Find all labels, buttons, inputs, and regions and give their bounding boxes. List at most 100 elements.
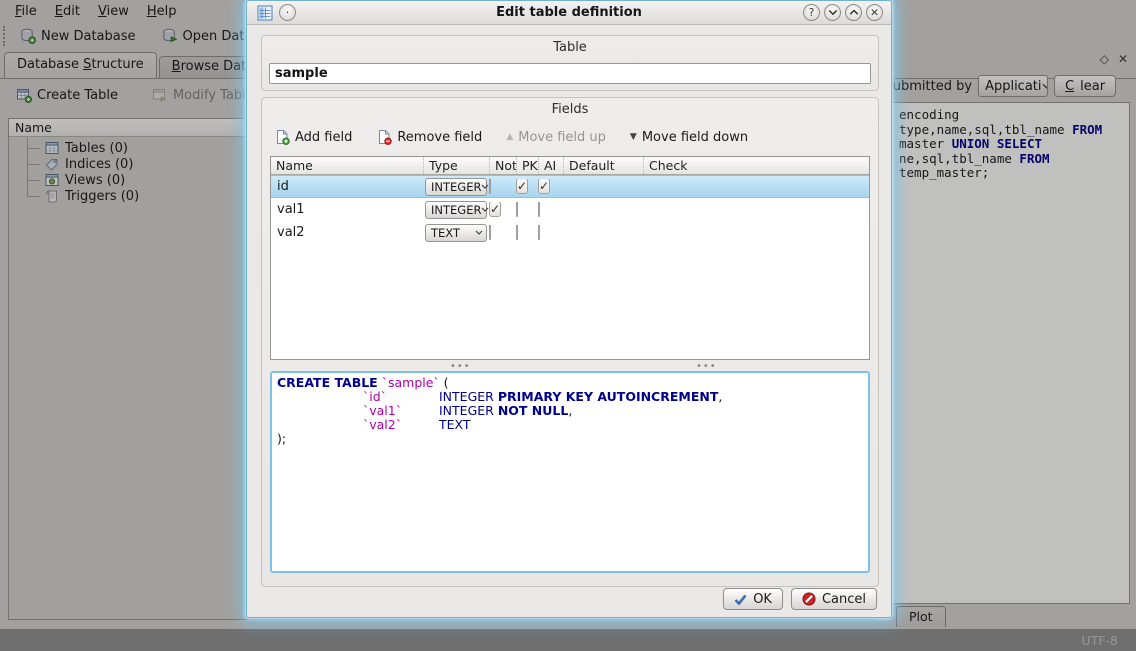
cancel-button[interactable]: Cancel — [791, 588, 877, 610]
field-row-val1[interactable]: val1 INTEGER — [271, 198, 869, 221]
field-name[interactable]: val1 — [271, 202, 423, 217]
type-value: TEXT — [431, 226, 460, 240]
tree-item-label: Views (0) — [65, 173, 125, 188]
column-header-not-null[interactable]: Not — [489, 157, 516, 174]
move-field-up-button[interactable]: ▲ Move field up — [502, 129, 610, 146]
log-source-value: Applicati — [985, 79, 1041, 94]
fields-table-header[interactable]: Name Type Not PK AI Default Check — [271, 157, 869, 175]
add-field-icon — [274, 129, 290, 145]
type-value: INTEGER — [431, 180, 481, 194]
shade-button[interactable] — [824, 4, 841, 21]
type-select[interactable]: INTEGER — [425, 201, 487, 219]
splitter-dots: ••• — [450, 364, 471, 370]
ai-cell — [538, 202, 563, 217]
field-type-cell: INTEGER — [423, 178, 489, 196]
pk-checkbox[interactable] — [516, 179, 528, 194]
pk-cell — [516, 179, 538, 194]
chevron-down-icon — [1042, 83, 1049, 89]
encoding-status: UTF-8 — [1082, 633, 1118, 648]
menu-edit[interactable]: Edit — [46, 2, 89, 21]
ai-cell — [538, 179, 563, 194]
pk-cell — [516, 225, 538, 240]
status-bar: UTF-8 — [0, 629, 1136, 651]
field-type-cell: TEXT — [423, 224, 489, 242]
structure-toolbar: Create Table Modify Table — [10, 80, 260, 110]
create-table-button[interactable]: Create Table — [10, 85, 124, 105]
not-null-checkbox[interactable] — [489, 202, 501, 217]
ai-checkbox[interactable] — [538, 179, 550, 194]
add-field-button[interactable]: Add field — [270, 128, 356, 146]
column-header-ai[interactable]: AI — [538, 157, 563, 174]
help-button[interactable]: ? — [803, 4, 820, 21]
type-select[interactable]: INTEGER — [425, 178, 487, 196]
type-value: INTEGER — [431, 203, 481, 217]
tree-item-label: Indices (0) — [65, 157, 133, 172]
add-field-label: Add field — [295, 130, 352, 145]
chevron-down-icon — [481, 184, 489, 189]
ok-label: OK — [753, 592, 772, 607]
dialog-title: Edit table definition — [247, 5, 891, 20]
tree-item-label: Tables (0) — [65, 141, 128, 156]
log-source-select[interactable]: Applicati — [978, 75, 1048, 97]
chevron-down-icon — [481, 207, 489, 212]
table-name-input[interactable] — [269, 63, 871, 84]
pk-cell — [516, 202, 538, 217]
menu-help[interactable]: Help — [138, 2, 186, 21]
remove-field-button[interactable]: Remove field — [372, 128, 486, 146]
tab-plot[interactable]: Plot — [896, 606, 946, 627]
close-icon[interactable]: ✕ — [866, 4, 883, 21]
sql-log-text[interactable]: encodingtype,name,sql,tbl_name FROMmaste… — [880, 102, 1130, 604]
create-table-label: Create Table — [37, 88, 118, 103]
indices-icon — [45, 157, 59, 171]
pk-checkbox[interactable] — [516, 225, 518, 240]
field-name[interactable]: id — [271, 179, 423, 194]
dock-close-icon[interactable]: ✕ — [1118, 52, 1128, 66]
field-name[interactable]: val2 — [271, 225, 423, 240]
move-field-down-button[interactable]: ▼ Move field down — [626, 129, 752, 146]
column-header-default[interactable]: Default — [563, 157, 643, 174]
column-header-check[interactable]: Check — [643, 157, 869, 174]
move-field-down-label: Move field down — [642, 130, 748, 145]
fields-groupbox: Fields Add field Remove field ▲ Move fie… — [261, 97, 879, 587]
new-database-icon — [20, 28, 36, 44]
clear-log-button[interactable]: Clear — [1054, 75, 1116, 97]
pk-checkbox[interactable] — [516, 202, 518, 217]
cancel-icon — [802, 592, 816, 606]
tables-icon — [45, 141, 59, 155]
create-table-sql-preview[interactable]: CREATE TABLE `sample` (`id`INTEGER PRIMA… — [270, 371, 870, 573]
views-icon — [45, 173, 59, 187]
triggers-icon — [45, 189, 59, 203]
submitted-by-label: submitted by — [886, 79, 972, 94]
new-database-button[interactable]: New Database — [14, 26, 142, 46]
unshade-button[interactable] — [845, 4, 862, 21]
table-group-label: Table — [262, 36, 878, 55]
menu-file[interactable]: File — [6, 2, 46, 21]
fields-table: Name Type Not PK AI Default Check id INT… — [270, 156, 870, 360]
move-down-icon: ▼ — [630, 133, 637, 142]
field-type-cell: INTEGER — [423, 201, 489, 219]
not-null-checkbox[interactable] — [489, 225, 491, 240]
edit-table-definition-dialog: · Edit table definition ? ✕ Table Fields… — [246, 0, 892, 618]
column-header-type[interactable]: Type — [423, 157, 489, 174]
tab-database-structure[interactable]: Database Structure — [4, 52, 157, 79]
dock-float-icon[interactable]: ◇ — [1100, 52, 1109, 66]
ai-cell — [538, 225, 563, 240]
sql-log-panel: ◇ ✕ submitted by Applicati Clear encodin… — [880, 50, 1136, 629]
splitter-handle[interactable]: ••• ••• — [270, 362, 870, 371]
remove-field-label: Remove field — [397, 130, 482, 145]
type-select[interactable]: TEXT — [425, 224, 487, 242]
modify-table-button[interactable]: Modify Table — [146, 85, 260, 105]
menu-view[interactable]: View — [89, 2, 138, 21]
column-header-name[interactable]: Name — [271, 157, 423, 174]
field-row-id[interactable]: id INTEGER — [271, 175, 869, 198]
tab-bar: Database Structure Browse Data — [4, 52, 267, 79]
not-null-checkbox[interactable] — [489, 179, 491, 194]
ok-button[interactable]: OK — [723, 588, 783, 610]
ai-checkbox[interactable] — [538, 225, 540, 240]
not-null-cell — [489, 202, 516, 217]
dialog-titlebar[interactable]: · Edit table definition ? ✕ — [247, 1, 891, 25]
field-row-val2[interactable]: val2 TEXT — [271, 221, 869, 244]
column-header-pk[interactable]: PK — [516, 157, 538, 174]
toolbar-drag-handle[interactable] — [3, 26, 10, 46]
ai-checkbox[interactable] — [538, 202, 540, 217]
